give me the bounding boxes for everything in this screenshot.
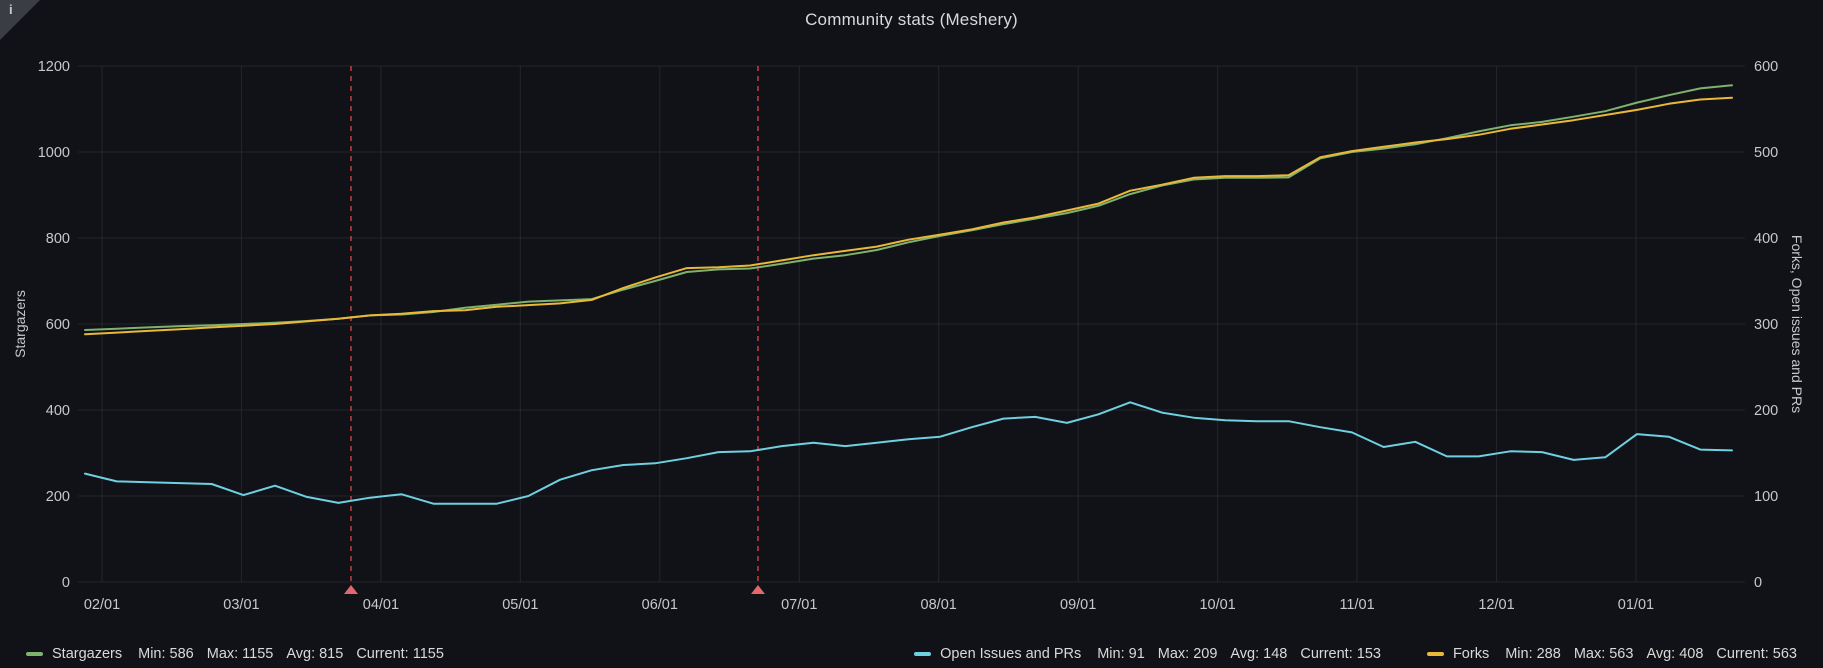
- x-axis-tick-label: 01/01: [1618, 597, 1654, 613]
- legend-series-label[interactable]: Stargazers: [52, 646, 122, 662]
- x-axis-tick-label: 06/01: [642, 597, 678, 613]
- right-axis-tick-label: 300: [1754, 317, 1778, 333]
- legend-stat-avg: Avg:148: [1230, 646, 1287, 662]
- legend-item-open-issues[interactable]: Open Issues and PRs Min:91 Max:209 Avg:1…: [914, 646, 1381, 662]
- legend-series-label[interactable]: Forks: [1453, 646, 1489, 662]
- left-axis-tick-label: 200: [46, 489, 70, 505]
- annotation-marker: [344, 585, 358, 594]
- series-line-stargazers[interactable]: [85, 85, 1732, 330]
- series-color-swatch[interactable]: [1427, 652, 1444, 656]
- right-axis-tick-label: 0: [1754, 575, 1762, 591]
- x-axis-tick-label: 05/01: [502, 597, 538, 613]
- x-axis-tick-label: 07/01: [781, 597, 817, 613]
- right-axis-tick-label: 200: [1754, 403, 1778, 419]
- legend-stat-min: Min:288: [1505, 646, 1561, 662]
- legend-item-stargazers[interactable]: Stargazers Min:586 Max:1155 Avg:815 Curr…: [26, 646, 444, 662]
- right-axis-tick-label: 100: [1754, 489, 1778, 505]
- left-axis-tick-label: 800: [46, 231, 70, 247]
- left-axis-tick-label: 1200: [38, 59, 70, 75]
- series-line-open-issues-and-prs[interactable]: [85, 402, 1732, 503]
- x-axis-tick-label: 11/01: [1339, 597, 1374, 613]
- x-axis-tick-label: 08/01: [921, 597, 957, 613]
- right-axis-tick-label: 400: [1754, 231, 1778, 247]
- series-line-forks[interactable]: [85, 98, 1732, 334]
- left-axis-tick-label: 0: [62, 575, 70, 591]
- right-axis-title: Forks, Open issues and PRs: [1789, 235, 1805, 413]
- x-axis-tick-label: 04/01: [363, 597, 399, 613]
- timeseries-chart[interactable]: 0 0 200 100 400 200 600 300 800 400 1000 500 1200 600…: [0, 0, 1823, 668]
- left-axis-tick-label: 400: [46, 403, 70, 419]
- right-axis-tick-label: 500: [1754, 145, 1778, 161]
- series-color-swatch[interactable]: [914, 652, 931, 656]
- left-axis-tick-label: 600: [46, 317, 70, 333]
- legend-stat-avg: Avg:408: [1646, 646, 1703, 662]
- left-axis-tick-label: 1000: [38, 145, 70, 161]
- legend-stat-current: Current:153: [1300, 646, 1381, 662]
- x-axis-tick-label: 03/01: [223, 597, 259, 613]
- legend-stat-max: Max:563: [1574, 646, 1634, 662]
- x-axis-tick-label: 12/01: [1478, 597, 1514, 613]
- legend-stat-min: Min:91: [1097, 646, 1145, 662]
- legend-stat-current: Current:1155: [356, 646, 444, 662]
- series-color-swatch[interactable]: [26, 652, 43, 656]
- right-axis-tick-label: 600: [1754, 59, 1778, 75]
- x-axis-tick-label: 09/01: [1060, 597, 1096, 613]
- legend-stat-min: Min:586: [138, 646, 194, 662]
- legend-stat-avg: Avg:815: [286, 646, 343, 662]
- legend: Stargazers Min:586 Max:1155 Avg:815 Curr…: [0, 646, 1823, 662]
- grafana-panel: i Community stats (Meshery) 002001004002…: [0, 0, 1823, 668]
- x-axis-tick-label: 02/01: [84, 597, 120, 613]
- legend-item-forks[interactable]: Forks Min:288 Max:563 Avg:408 Current:56…: [1427, 646, 1797, 662]
- left-axis-title: Stargazers: [12, 290, 28, 358]
- legend-stat-current: Current:563: [1716, 646, 1797, 662]
- annotation-marker: [751, 585, 765, 594]
- legend-series-label[interactable]: Open Issues and PRs: [940, 646, 1081, 662]
- legend-stat-max: Max:209: [1158, 646, 1218, 662]
- x-axis-tick-label: 10/01: [1199, 597, 1235, 613]
- legend-stat-max: Max:1155: [207, 646, 274, 662]
